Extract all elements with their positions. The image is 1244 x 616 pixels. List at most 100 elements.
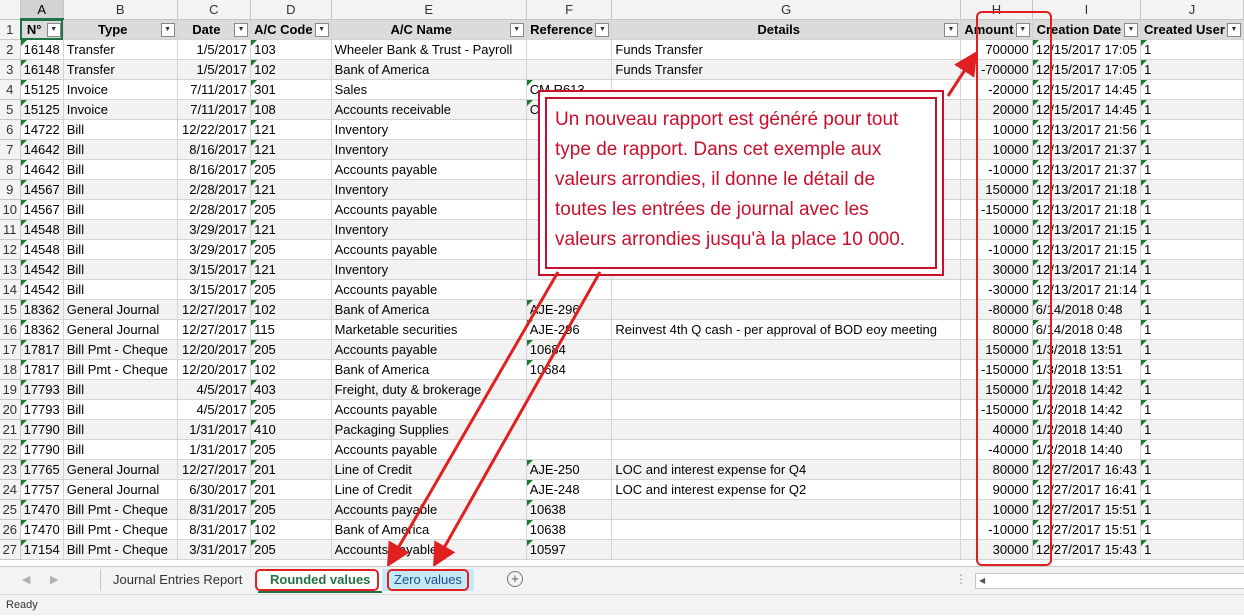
row-number[interactable]: 21 — [0, 419, 21, 440]
table-cell[interactable]: AJE-296 — [526, 319, 613, 340]
horizontal-scrollbar[interactable]: ◀ — [975, 573, 1244, 589]
table-cell[interactable]: -30000 — [960, 279, 1033, 300]
table-cell[interactable]: 1 — [1140, 439, 1244, 460]
table-cell[interactable]: 150000 — [960, 179, 1033, 200]
table-cell[interactable]: Bill — [63, 239, 178, 260]
table-cell[interactable]: Inventory — [331, 259, 527, 280]
filter-dropdown-icon[interactable]: ▼ — [314, 22, 329, 37]
table-cell[interactable] — [611, 399, 962, 420]
table-cell[interactable]: 115 — [250, 319, 332, 340]
table-cell[interactable]: 121 — [250, 179, 332, 200]
row-number[interactable]: 20 — [0, 399, 21, 420]
table-cell[interactable]: 12/13/2017 21:15 — [1032, 239, 1141, 260]
table-cell[interactable]: 1 — [1140, 299, 1244, 320]
table-cell[interactable]: Bill Pmt - Cheque — [63, 339, 178, 360]
table-cell[interactable]: 14642 — [20, 159, 64, 180]
table-cell[interactable]: 102 — [250, 299, 332, 320]
header-cell[interactable]: Created User ▼ — [1140, 19, 1244, 40]
filter-dropdown-icon[interactable]: ▼ — [509, 22, 524, 37]
table-cell[interactable] — [526, 59, 613, 80]
header-cell[interactable]: A/C Code ▼ — [250, 19, 332, 40]
table-cell[interactable]: Accounts payable — [331, 239, 527, 260]
table-cell[interactable]: 12/15/2017 14:45 — [1032, 79, 1141, 100]
table-cell[interactable]: 15125 — [20, 99, 64, 120]
table-cell[interactable]: 14548 — [20, 219, 64, 240]
column-header[interactable]: I — [1032, 0, 1141, 20]
row-number[interactable]: 25 — [0, 499, 21, 520]
table-cell[interactable]: 4/5/2017 — [177, 399, 252, 420]
table-cell[interactable] — [611, 379, 962, 400]
table-cell[interactable]: AJE-248 — [526, 479, 613, 500]
column-header[interactable]: J — [1140, 0, 1244, 20]
table-cell[interactable]: Bill — [63, 179, 178, 200]
table-cell[interactable]: Wheeler Bank & Trust - Payroll — [331, 39, 527, 60]
table-cell[interactable]: Transfer — [63, 59, 178, 80]
table-cell[interactable]: 301 — [250, 79, 332, 100]
table-cell[interactable]: 12/15/2017 17:05 — [1032, 39, 1141, 60]
table-cell[interactable]: 3/29/2017 — [177, 239, 252, 260]
table-cell[interactable]: 12/13/2017 21:18 — [1032, 199, 1141, 220]
table-cell[interactable]: 10000 — [960, 499, 1033, 520]
table-cell[interactable]: Packaging Supplies — [331, 419, 527, 440]
table-cell[interactable]: Bill Pmt - Cheque — [63, 539, 178, 560]
table-cell[interactable] — [611, 519, 962, 540]
header-cell[interactable]: Date ▼ — [177, 19, 252, 40]
table-cell[interactable]: 8/16/2017 — [177, 159, 252, 180]
table-cell[interactable] — [526, 419, 613, 440]
table-cell[interactable]: 17793 — [20, 399, 64, 420]
table-cell[interactable]: 80000 — [960, 459, 1033, 480]
table-cell[interactable]: 201 — [250, 459, 332, 480]
table-cell[interactable]: 1 — [1140, 419, 1244, 440]
header-cell[interactable]: Creation Date ▼ — [1032, 19, 1141, 40]
row-number[interactable]: 27 — [0, 539, 21, 560]
table-cell[interactable]: 10000 — [960, 139, 1033, 160]
table-cell[interactable]: LOC and interest expense for Q2 — [611, 479, 962, 500]
table-cell[interactable]: Bill Pmt - Cheque — [63, 499, 178, 520]
spreadsheet-grid[interactable]: ABCDEFGHIJ 1 N° ▼ Type ▼ Date ▼ A/C Code ▼ A/C Na… — [0, 0, 1244, 566]
row-number[interactable]: 6 — [0, 119, 21, 140]
table-cell[interactable]: Accounts payable — [331, 199, 527, 220]
table-cell[interactable]: 108 — [250, 99, 332, 120]
table-cell[interactable] — [526, 379, 613, 400]
table-cell[interactable]: 12/13/2017 21:37 — [1032, 139, 1141, 160]
table-cell[interactable]: Bill Pmt - Cheque — [63, 519, 178, 540]
tab-journal-entries-report[interactable]: Journal Entries Report — [100, 569, 254, 591]
row-number[interactable]: 16 — [0, 319, 21, 340]
row-number[interactable]: 10 — [0, 199, 21, 220]
row-number[interactable]: 18 — [0, 359, 21, 380]
table-cell[interactable]: 1/2/2018 14:42 — [1032, 379, 1141, 400]
table-cell[interactable]: Bank of America — [331, 519, 527, 540]
row-number[interactable]: 8 — [0, 159, 21, 180]
table-cell[interactable]: 12/13/2017 21:15 — [1032, 219, 1141, 240]
table-cell[interactable]: 18362 — [20, 299, 64, 320]
table-cell[interactable]: General Journal — [63, 479, 178, 500]
table-cell[interactable]: 15125 — [20, 79, 64, 100]
table-cell[interactable]: 1/2/2018 14:40 — [1032, 419, 1141, 440]
table-cell[interactable]: 205 — [250, 199, 332, 220]
table-cell[interactable]: 10000 — [960, 119, 1033, 140]
table-cell[interactable] — [526, 39, 613, 60]
table-cell[interactable]: 1/31/2017 — [177, 419, 252, 440]
table-cell[interactable]: 18362 — [20, 319, 64, 340]
table-cell[interactable]: -150000 — [960, 199, 1033, 220]
row-number[interactable]: 26 — [0, 519, 21, 540]
table-cell[interactable] — [526, 279, 613, 300]
table-cell[interactable]: -700000 — [960, 59, 1033, 80]
filter-dropdown-icon[interactable]: ▼ — [234, 22, 249, 37]
table-cell[interactable]: LOC and interest expense for Q4 — [611, 459, 962, 480]
table-cell[interactable]: 12/27/2017 — [177, 459, 252, 480]
table-cell[interactable]: Bank of America — [331, 59, 527, 80]
table-cell[interactable]: 205 — [250, 399, 332, 420]
table-cell[interactable]: 12/27/2017 15:43 — [1032, 539, 1141, 560]
table-cell[interactable]: 17793 — [20, 379, 64, 400]
table-cell[interactable]: 17790 — [20, 419, 64, 440]
header-cell[interactable]: Amount ▼ — [960, 19, 1033, 40]
table-cell[interactable]: 12/27/2017 — [177, 319, 252, 340]
table-cell[interactable]: 12/27/2017 15:51 — [1032, 499, 1141, 520]
table-cell[interactable]: 1/5/2017 — [177, 59, 252, 80]
table-cell[interactable]: 17154 — [20, 539, 64, 560]
table-cell[interactable]: Accounts payable — [331, 439, 527, 460]
table-cell[interactable]: Accounts payable — [331, 339, 527, 360]
table-cell[interactable]: General Journal — [63, 459, 178, 480]
column-header[interactable]: E — [331, 0, 527, 20]
